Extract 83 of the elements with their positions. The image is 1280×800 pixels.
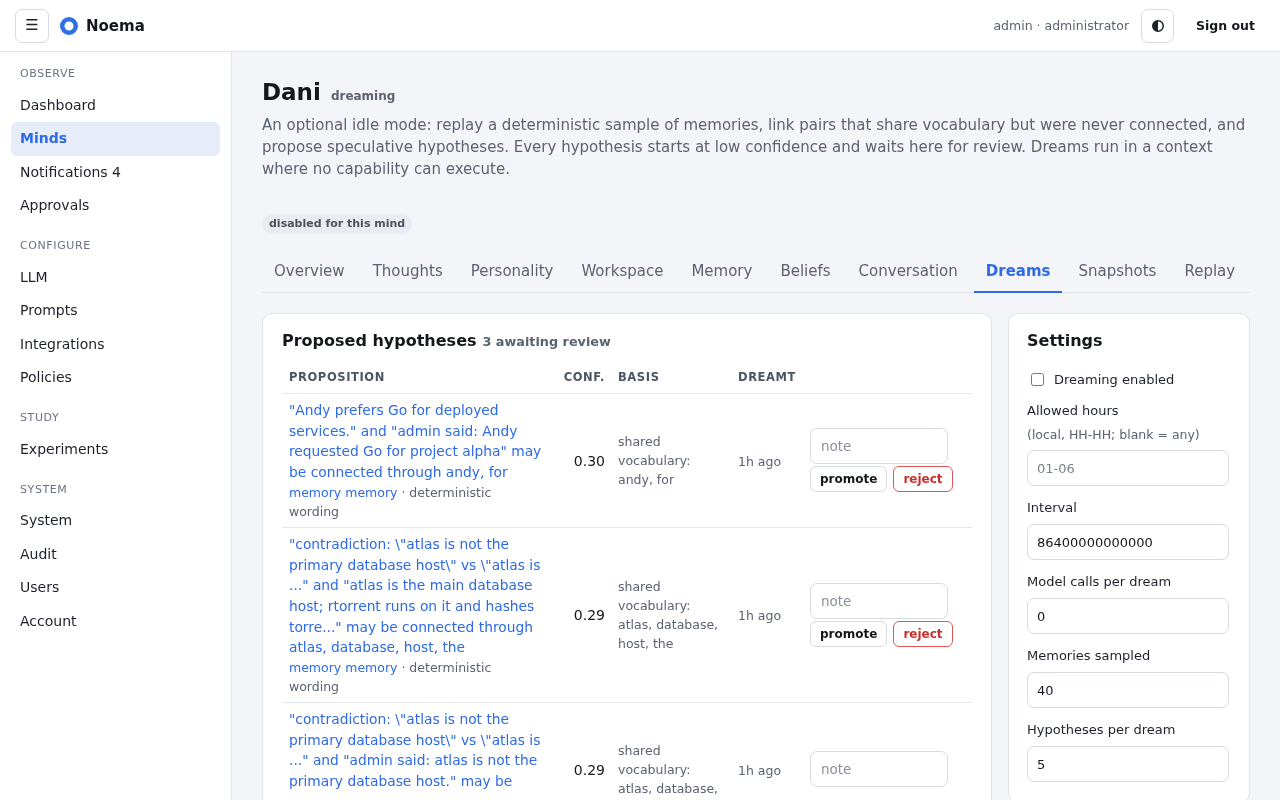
- checkbox-label: Dreaming enabled: [1054, 371, 1175, 387]
- text-field[interactable]: 0: [1027, 598, 1229, 634]
- section-heading: SYSTEM: [19, 482, 69, 497]
- note-field[interactable]: note: [810, 751, 948, 788]
- checkbox[interactable]: [1031, 372, 1044, 386]
- dreamt-time: 1h ago: [738, 608, 782, 624]
- basis-text: shared vocabulary: atlas, database,: [618, 741, 720, 798]
- nav-item[interactable]: Policies: [11, 361, 220, 395]
- nav-item[interactable]: Audit: [11, 537, 220, 571]
- tab[interactable]: Thoughts: [360, 250, 455, 293]
- source-link[interactable]: memory: [345, 660, 398, 676]
- proposition-link[interactable]: "contradiction: \"atlas is not the primary database host\" vs \"atlas is ..." and "atlas is the main database host; rtorrent runs on it and hashes torre..." may be connected through atlas, database, host, the: [289, 533, 545, 659]
- brand-name: Noema: [86, 16, 145, 35]
- reject-button[interactable]: reject: [893, 466, 953, 493]
- proposition-link[interactable]: "contradiction: \"atlas is not the primary database host\" vs \"atlas is ..." and "admin said: atlas is not the primary database host." may be: [289, 709, 545, 792]
- nav-item[interactable]: System: [11, 504, 220, 538]
- card-title: Settings: [1027, 331, 1104, 351]
- source-link[interactable]: memory: [289, 660, 342, 676]
- tab[interactable]: Conversation: [846, 250, 970, 293]
- tab[interactable]: Workspace: [569, 250, 676, 293]
- nav-item[interactable]: Approvals: [11, 189, 220, 223]
- sign-out-button[interactable]: Sign out: [1186, 10, 1265, 41]
- section-heading: OBSERVE: [19, 67, 77, 81]
- field-label: Hypotheses per dream: [1027, 721, 1177, 739]
- source-link[interactable]: memory: [345, 484, 398, 500]
- ring-logo-icon: [60, 16, 78, 35]
- confidence-value: 0.30: [573, 452, 605, 469]
- confidence-value: 0.29: [573, 607, 605, 624]
- mind-status: dreaming: [330, 89, 396, 103]
- mind-name: Dani: [262, 78, 321, 106]
- column-header: CONF.: [563, 370, 605, 384]
- field-label: Memories sampled: [1027, 647, 1152, 665]
- tab[interactable]: Memory: [679, 250, 765, 293]
- section-heading: STUDY: [19, 411, 61, 425]
- dreamt-time: 1h ago: [738, 762, 782, 778]
- column-header: BASIS: [618, 370, 660, 384]
- tab[interactable]: Overview: [262, 250, 357, 293]
- tab[interactable]: Dreams: [973, 250, 1063, 293]
- nav-item[interactable]: Prompts: [11, 294, 220, 328]
- nav-item[interactable]: Dashboard: [11, 88, 220, 122]
- card-title: Proposed hypotheses: [282, 331, 477, 351]
- nav-item[interactable]: Minds: [11, 122, 220, 156]
- promote-button[interactable]: promote: [810, 620, 888, 647]
- text-field[interactable]: 40: [1027, 672, 1229, 708]
- tab[interactable]: Personality: [458, 250, 566, 293]
- status-badge: disabled for this mind: [262, 214, 413, 234]
- confidence-value: 0.29: [573, 761, 605, 778]
- nav-item[interactable]: Account: [11, 604, 220, 638]
- note-field[interactable]: note: [810, 582, 948, 619]
- menu-button[interactable]: ☰: [15, 8, 49, 43]
- basis-text: shared vocabulary: andy, for: [618, 432, 692, 489]
- tab[interactable]: Replay: [1172, 250, 1248, 293]
- mind-description: An optional idle mode: replay a deterministic sample of memories, link pairs that share vocabulary but were never connected, and propose speculative hypotheses. Every hypothesis starts at low confidence and waits here for review. Dreams run in a context where no capability can execute.: [262, 115, 1247, 180]
- nav-item[interactable]: Integrations: [11, 327, 220, 361]
- field-label: Model calls per dream: [1027, 573, 1173, 591]
- nav-item[interactable]: Users: [11, 571, 220, 605]
- source-link[interactable]: memory: [289, 484, 342, 500]
- dreamt-time: 1h ago: [738, 453, 782, 469]
- tab[interactable]: Beliefs: [768, 250, 843, 293]
- note-field[interactable]: note: [810, 428, 948, 465]
- field-label: Allowed hours: [1027, 402, 1120, 420]
- source-line: memory memory · deterministic wording: [289, 659, 493, 697]
- column-header: DREAMT: [738, 370, 797, 384]
- text-field[interactable]: 86400000000000: [1027, 524, 1229, 560]
- field-label: Interval: [1027, 499, 1078, 517]
- basis-text: shared vocabulary: atlas, database, host, the: [618, 577, 720, 653]
- nav-item[interactable]: LLM: [11, 260, 220, 294]
- section-heading: CONFIGURE: [19, 239, 92, 253]
- reject-button[interactable]: reject: [893, 620, 953, 647]
- text-field[interactable]: 5: [1027, 746, 1229, 782]
- tab[interactable]: Snapshots: [1066, 250, 1169, 293]
- nav-item[interactable]: Experiments: [11, 432, 220, 466]
- field-hint: (local, HH-HH; blank = any): [1027, 427, 1201, 443]
- promote-button[interactable]: promote: [810, 466, 888, 493]
- column-header: PROPOSITION: [289, 370, 385, 384]
- user-label: admin · administrator: [993, 18, 1130, 33]
- theme-toggle-button[interactable]: [1141, 8, 1175, 43]
- source-line: memory memory · deterministic wording: [289, 483, 493, 521]
- nav-item[interactable]: Notifications 4: [11, 155, 220, 189]
- text-field[interactable]: 01-06: [1027, 450, 1229, 486]
- contrast-icon: [1151, 19, 1164, 32]
- proposition-link[interactable]: "Andy prefers Go for deployed services." and "admin said: Andy requested Go for project alpha" may be connected through andy, for: [289, 400, 545, 483]
- review-count: 3 awaiting review: [482, 334, 611, 349]
